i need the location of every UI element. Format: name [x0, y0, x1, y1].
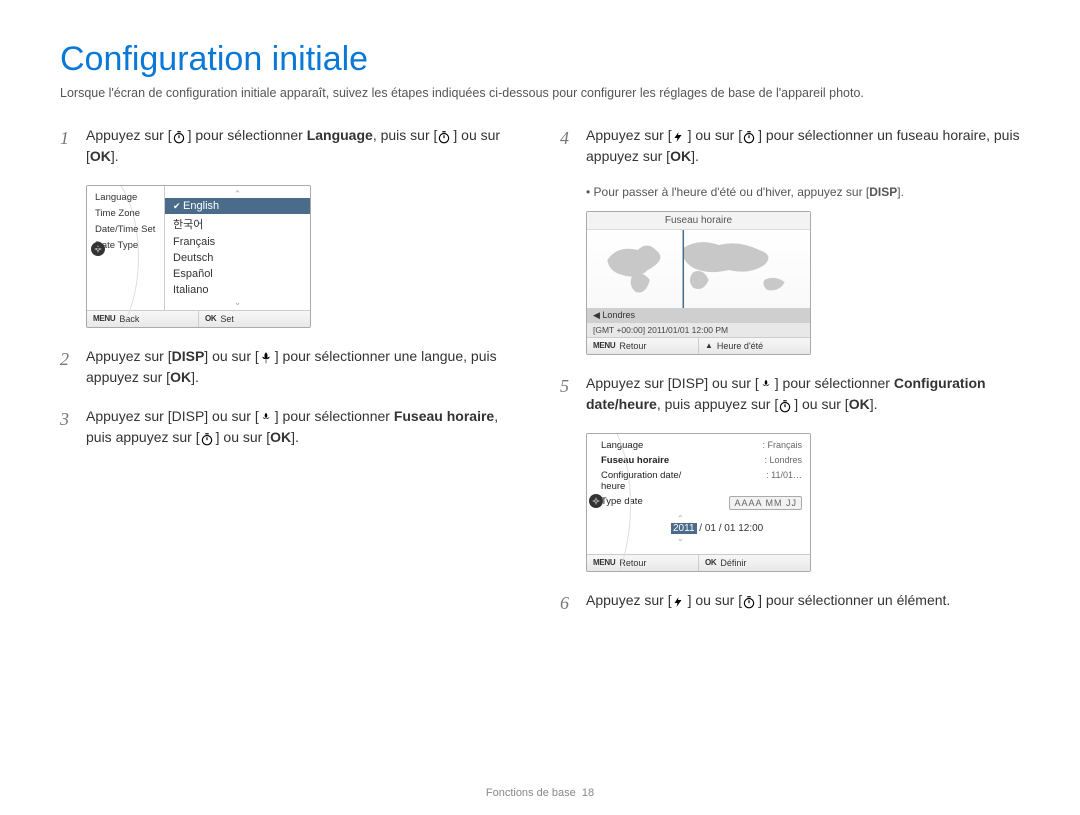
- text: , puis sur [: [373, 127, 438, 143]
- flash-icon: [672, 594, 688, 608]
- page-footer: Fonctions de base 18: [0, 787, 1080, 799]
- tz-title: Fuseau horaire: [587, 212, 810, 230]
- step-number: 3: [60, 406, 76, 448]
- step-6: 6 Appuyez sur [ ] ou sur [ ] pour sélectio…: [560, 590, 1020, 617]
- text: ].: [897, 185, 904, 199]
- timer-icon: [172, 129, 188, 143]
- step-5: 5 Appuyez sur [DISP] ou sur [ ] pour séle…: [560, 373, 1020, 415]
- text: ] ou sur [: [688, 127, 742, 143]
- flash-icon: [672, 129, 688, 143]
- option: 한국어: [165, 214, 310, 234]
- text: Appuyez sur [DISP] ou sur [: [86, 408, 259, 424]
- footer-text: Set: [220, 314, 234, 324]
- footer-text: Définir: [720, 558, 746, 568]
- menu-item: Language: [95, 192, 160, 203]
- step-number: 1: [60, 125, 76, 167]
- text: ] pour sélectionner un élément.: [758, 592, 950, 608]
- camera-screen-timezone: Fuseau horaire ◀ Londres [GMT +00:00] 20…: [586, 211, 811, 355]
- text: ].: [291, 429, 299, 445]
- text: ].: [870, 396, 878, 412]
- footer-text: Retour: [619, 341, 646, 351]
- setting-row: Language: Français: [601, 440, 802, 451]
- page-title: Configuration initiale: [60, 40, 1020, 79]
- date-format-box: AAAA MM JJ: [729, 496, 802, 510]
- disp-icon: DISP: [869, 185, 897, 199]
- macro-icon: [259, 350, 275, 364]
- footer-page: 18: [582, 787, 594, 799]
- timer-icon: [742, 129, 758, 143]
- date-value: ⌃ 2011 / 01 / 01 12:00 ⌄: [671, 514, 802, 543]
- text: ] pour sélectionner: [775, 375, 894, 391]
- step-number: 6: [560, 590, 576, 617]
- text: ] ou sur [: [216, 429, 270, 445]
- option: Italiano: [165, 282, 310, 298]
- setting-row: Fuseau horaire: Londres: [601, 455, 802, 466]
- text: ] pour sélectionner: [188, 127, 307, 143]
- right-column: 4 Appuyez sur [ ] ou sur [ ] pour sélectio…: [560, 125, 1020, 635]
- step-2: 2 Appuyez sur [DISP] ou sur [] pour séle…: [60, 346, 520, 388]
- world-map: [587, 230, 810, 308]
- text: ] ou sur [: [794, 396, 848, 412]
- ok-icon: OK: [670, 148, 691, 164]
- up-icon: ▲: [705, 341, 713, 350]
- menu-item: Date/Time Set: [95, 224, 160, 235]
- chevron-down-icon: ⌄: [165, 298, 310, 306]
- highlighted-year: 2011: [671, 523, 697, 534]
- text: Appuyez sur [DISP] ou sur [: [586, 375, 759, 391]
- intro-text: Lorsque l'écran de configuration initial…: [60, 85, 1020, 103]
- camera-screen-language: Language Time Zone Date/Time Set Date Ty…: [86, 185, 311, 328]
- text: ] pour sélectionner: [275, 408, 394, 424]
- chevron-up-icon: ⌃: [165, 190, 310, 198]
- disp-icon: DISP: [172, 348, 205, 364]
- timer-icon: [778, 398, 794, 412]
- footer-section: Fonctions de base: [486, 787, 576, 799]
- text: / 01 / 01 12:00: [697, 523, 764, 534]
- ok-icon: OK: [90, 148, 111, 164]
- left-column: 1 Appuyez sur [ ] pour sélectionner Langu…: [60, 125, 520, 635]
- ok-icon: OK: [849, 396, 870, 412]
- text: ] ou sur [: [688, 592, 742, 608]
- ok-icon: OK: [170, 369, 191, 385]
- camera-screen-date: Language: Français Fuseau horaire: Londr…: [586, 433, 811, 572]
- text: Appuyez sur [: [86, 127, 172, 143]
- option: Deutsch: [165, 250, 310, 266]
- macro-icon: [759, 377, 775, 391]
- step-1: 1 Appuyez sur [ ] pour sélectionner Langu…: [60, 125, 520, 167]
- text: Appuyez sur [: [586, 127, 672, 143]
- ok-label: OK: [705, 558, 716, 567]
- text: Appuyez sur [: [586, 592, 672, 608]
- text: ].: [111, 148, 119, 164]
- step-4: 4 Appuyez sur [] ou sur [] pour sélectio…: [560, 125, 1020, 167]
- text: ].: [691, 148, 699, 164]
- menu-label: MENU: [593, 341, 615, 350]
- macro-icon: [259, 410, 275, 424]
- tz-info: [GMT +00:00] 2011/01/01 12:00 PM: [587, 323, 810, 337]
- step-number: 4: [560, 125, 576, 167]
- step-3: 3 Appuyez sur [DISP] ou sur [ ] pour séle…: [60, 406, 520, 448]
- text: Pour passer à l'heure d'été ou d'hiver, …: [594, 185, 870, 199]
- setting-row: Type dateAAAA MM JJ: [601, 496, 802, 510]
- bold-text: Language: [307, 127, 373, 143]
- bold-text: Fuseau horaire: [394, 408, 494, 424]
- text: Londres: [602, 310, 635, 320]
- ok-label: OK: [205, 314, 216, 323]
- step-number: 5: [560, 373, 576, 415]
- option: Español: [165, 266, 310, 282]
- footer-text: Heure d'été: [717, 341, 763, 351]
- setting-row: Configuration date/ heure: 11/01…: [601, 470, 802, 492]
- menu-item: Date Type: [95, 240, 160, 251]
- tz-city: ◀ Londres: [587, 308, 810, 323]
- option: Français: [165, 234, 310, 250]
- timer-icon: [437, 129, 453, 143]
- text: , puis appuyez sur [: [657, 396, 778, 412]
- step-number: 2: [60, 346, 76, 388]
- step-4-note: Pour passer à l'heure d'été ou d'hiver, …: [586, 185, 1020, 199]
- option-selected: English: [165, 198, 310, 214]
- gear-icon: [589, 494, 603, 508]
- timer-icon: [200, 431, 216, 445]
- timer-icon: [742, 594, 758, 608]
- ok-icon: OK: [270, 429, 291, 445]
- menu-item: Time Zone: [95, 208, 160, 219]
